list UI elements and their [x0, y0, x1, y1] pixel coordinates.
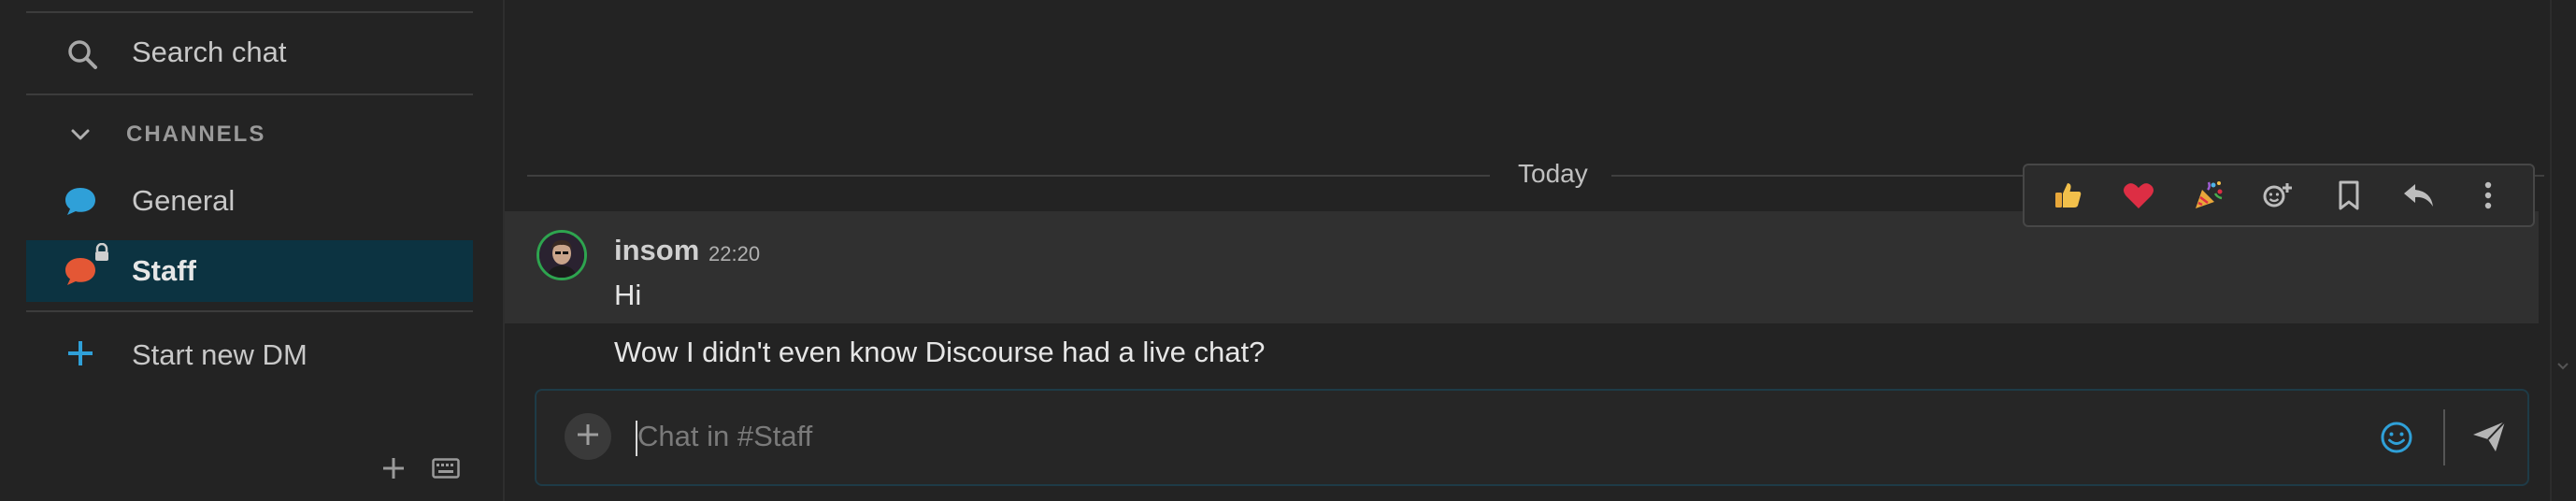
- scrollbar[interactable]: [2550, 0, 2576, 501]
- date-separator-label: Today: [1518, 159, 1588, 188]
- reply-icon[interactable]: [2397, 174, 2440, 217]
- channels-heading: CHANNELS: [126, 122, 266, 147]
- plus-icon[interactable]: [381, 456, 406, 485]
- message-text: Hi: [614, 279, 642, 311]
- chat-message-input[interactable]: [637, 411, 2413, 462]
- avatar[interactable]: [537, 230, 587, 280]
- message-timestamp[interactable]: 22:20: [708, 242, 760, 266]
- message-text: Wow I didn't even know Discourse had a l…: [614, 336, 1266, 368]
- sidebar-divider: [26, 310, 473, 312]
- emoji-icon[interactable]: [2378, 419, 2415, 456]
- sidebar-footer: [381, 456, 460, 485]
- search-icon: [65, 37, 99, 71]
- chevron-down-icon: [69, 123, 92, 146]
- message-row-hovered[interactable]: [505, 211, 2539, 323]
- lock-icon: [93, 242, 110, 266]
- sidebar-item-general[interactable]: General: [26, 172, 473, 230]
- chat-bubble-icon: [64, 185, 97, 217]
- sidebar-item-label: General: [132, 184, 236, 217]
- start-new-dm-label: Start new DM: [132, 338, 308, 371]
- separator-line: [527, 175, 1490, 177]
- plus-icon: [576, 422, 600, 451]
- sidebar-item-label: Staff: [132, 254, 196, 287]
- keyboard-icon[interactable]: [432, 458, 460, 483]
- bookmark-icon[interactable]: [2327, 174, 2370, 217]
- search-chat-button[interactable]: Search chat: [26, 21, 473, 84]
- start-new-dm-button[interactable]: Start new DM: [26, 322, 473, 385]
- sidebar-item-staff[interactable]: Staff: [26, 240, 473, 302]
- message-actions-bar: [2023, 164, 2535, 227]
- send-icon[interactable]: [2468, 415, 2511, 458]
- sidebar-divider: [26, 93, 473, 95]
- channels-section-toggle[interactable]: CHANNELS: [26, 105, 473, 163]
- chat-composer: [535, 389, 2529, 486]
- message-author[interactable]: insom: [614, 234, 699, 267]
- add-reaction-icon[interactable]: [2257, 174, 2300, 217]
- chat-sidebar: Search chat CHANNELS General Staff Start…: [0, 0, 503, 501]
- chat-bubble-icon: [64, 255, 97, 287]
- composer-add-button[interactable]: [565, 413, 611, 460]
- plus-icon: [65, 338, 95, 368]
- composer-divider: [2443, 409, 2445, 465]
- more-icon[interactable]: [2467, 174, 2510, 217]
- heart-icon[interactable]: [2117, 174, 2160, 217]
- search-chat-label: Search chat: [132, 36, 287, 68]
- thumbs-up-icon[interactable]: [2047, 174, 2090, 217]
- sidebar-divider: [26, 11, 473, 13]
- party-popper-icon[interactable]: [2187, 174, 2230, 217]
